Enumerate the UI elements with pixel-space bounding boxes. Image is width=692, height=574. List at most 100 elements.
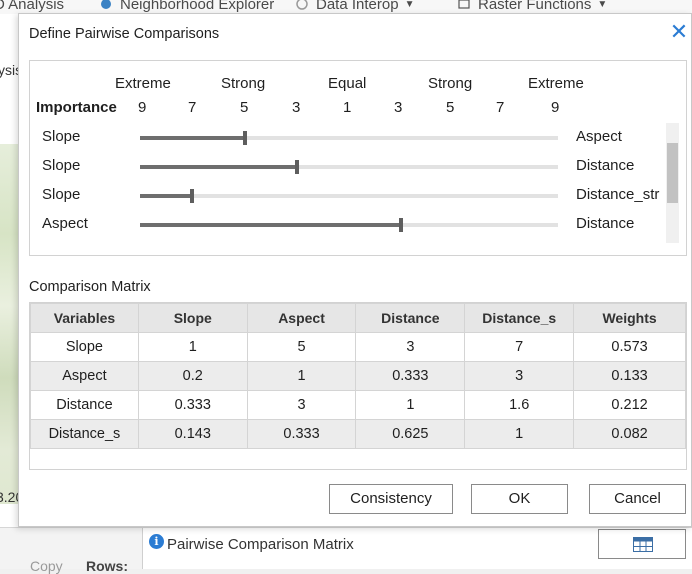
slider-left-variable: Slope (42, 157, 81, 174)
slider-fill (140, 194, 193, 198)
scale-tick: 7 (188, 99, 197, 116)
table-cell: 1 (355, 390, 466, 420)
dialog-title: Define Pairwise Comparisons (29, 26, 220, 42)
ribbon-tab-raster-functions[interactable]: Raster Functions ▼ (458, 0, 607, 13)
table-view-button[interactable] (598, 529, 686, 559)
slider-thumb[interactable] (190, 189, 195, 203)
table-cell: 0.573 (573, 332, 686, 362)
column-header[interactable]: Variables (30, 303, 139, 333)
ribbon-tab-data-interop[interactable]: Data Interop ▼ (296, 0, 414, 13)
column-header[interactable]: Aspect (246, 303, 357, 333)
slider-list-scrollbar[interactable] (666, 123, 679, 243)
comparison-matrix: Variables Slope Aspect Distance Distance… (29, 302, 687, 470)
slider-thumb[interactable] (294, 160, 299, 174)
status-pane: i Pairwise Comparison Matrix (142, 528, 692, 569)
table-cell: 1 (246, 361, 357, 391)
slider-fill (140, 223, 402, 227)
column-header[interactable]: Slope (137, 303, 248, 333)
scale-word: Equal (328, 75, 367, 92)
scale-word: Strong (221, 75, 266, 92)
slider-thumb[interactable] (399, 218, 404, 232)
slider-row: Slope Distance_str (30, 181, 664, 210)
table-cell: 0.143 (137, 419, 248, 449)
map-thumbnail (0, 144, 18, 504)
ok-button[interactable]: OK (471, 484, 568, 514)
table-cell: 3 (464, 361, 575, 391)
table-cell: 0.625 (355, 419, 466, 449)
scale-word: Extreme (115, 75, 171, 92)
scale-tick: 5 (240, 99, 249, 116)
slider-row: Slope Distance (30, 152, 664, 181)
table-cell: 0.133 (573, 361, 686, 391)
consistency-button[interactable]: Consistency (329, 484, 453, 514)
slider-row: Slope Aspect (30, 123, 664, 152)
slider-left-variable: Aspect (42, 215, 88, 232)
table-cell: 3 (355, 332, 466, 362)
rows-label: Rows: (86, 558, 128, 574)
table-cell: 1 (137, 332, 248, 362)
slider-fill (140, 136, 245, 140)
slider-list: Slope Aspect Slope Distance Slope Distan… (30, 123, 664, 243)
table-cell: 1.6 (464, 390, 575, 420)
status-label: Pairwise Comparison Matrix (167, 536, 354, 553)
column-header[interactable]: Weights (573, 303, 686, 333)
table-cell: Slope (30, 332, 139, 362)
slider-left-variable: Slope (42, 186, 81, 203)
table-cell: 0.333 (246, 419, 357, 449)
ribbon-tab-analysis[interactable]: D Analysis (0, 0, 64, 13)
table-cell: 0.212 (573, 390, 686, 420)
pairwise-comparisons-dialog: Define Pairwise Comparisons ✕ Extreme St… (18, 13, 692, 527)
table-row: Distance 0.333 3 1 1.6 0.212 (30, 390, 686, 420)
column-header[interactable]: Distance_s (464, 303, 575, 333)
slider-left-variable: Slope (42, 128, 81, 145)
table-cell: 0.333 (355, 361, 466, 391)
table-cell: 3 (246, 390, 357, 420)
scale-tick: 9 (138, 99, 147, 116)
chevron-down-icon[interactable]: ▼ (405, 0, 415, 10)
table-cell: 7 (464, 332, 575, 362)
scale-word: Extreme (528, 75, 584, 92)
comparison-matrix-title: Comparison Matrix (29, 279, 151, 295)
comparison-table: Variables Slope Aspect Distance Distance… (30, 303, 686, 449)
ribbon-tab-neighborhood-explorer[interactable]: Neighborhood Explorer (100, 0, 274, 13)
importance-label: Importance (36, 99, 117, 116)
table-cell: 0.333 (137, 390, 248, 420)
close-icon[interactable]: ✕ (667, 20, 691, 44)
scale-tick: 1 (343, 99, 352, 116)
table-cell: 0.2 (137, 361, 248, 391)
column-header[interactable]: Distance (355, 303, 466, 333)
table-row: Distance_s 0.143 0.333 0.625 1 0.082 (30, 419, 686, 449)
chevron-down-icon[interactable]: ▼ (597, 0, 607, 10)
table-cell: Distance (30, 390, 139, 420)
table-cell: Distance_s (30, 419, 139, 449)
scale-tick: 3 (394, 99, 403, 116)
scrollbar-thumb[interactable] (667, 143, 678, 203)
slider-thumb[interactable] (242, 131, 247, 145)
comparison-slider[interactable] (140, 160, 558, 174)
table-cell: 0.082 (573, 419, 686, 449)
slider-right-variable: Aspect (576, 128, 622, 145)
comparison-slider[interactable] (140, 131, 558, 145)
cancel-button[interactable]: Cancel (589, 484, 686, 514)
slider-panel: Extreme Strong Equal Strong Extreme Impo… (29, 60, 687, 256)
left-pane: ysis 3.20 (0, 14, 23, 568)
table-cell: Aspect (30, 361, 139, 391)
scale-tick: 3 (292, 99, 301, 116)
comparison-slider[interactable] (140, 218, 558, 232)
info-icon: i (149, 534, 164, 549)
table-header-row: Variables Slope Aspect Distance Distance… (30, 303, 686, 333)
comparison-slider[interactable] (140, 189, 558, 203)
slider-right-variable: Distance (576, 157, 635, 174)
bottom-panel: Copy Rows: i Pairwise Comparison Matrix (0, 527, 692, 574)
raster-functions-icon (458, 0, 470, 9)
data-interop-icon (296, 0, 308, 10)
scale-tick: 7 (496, 99, 505, 116)
table-row: Slope 1 5 3 7 0.573 (30, 332, 686, 362)
table-row: Aspect 0.2 1 0.333 3 0.133 (30, 361, 686, 391)
scale-tick: 5 (446, 99, 455, 116)
slider-right-variable: Distance (576, 215, 635, 232)
table-cell: 5 (246, 332, 357, 362)
copy-button[interactable]: Copy (30, 558, 63, 574)
slider-row: Aspect Distance (30, 210, 664, 239)
ribbon: D Analysis Neighborhood Explorer Data In… (0, 0, 692, 14)
